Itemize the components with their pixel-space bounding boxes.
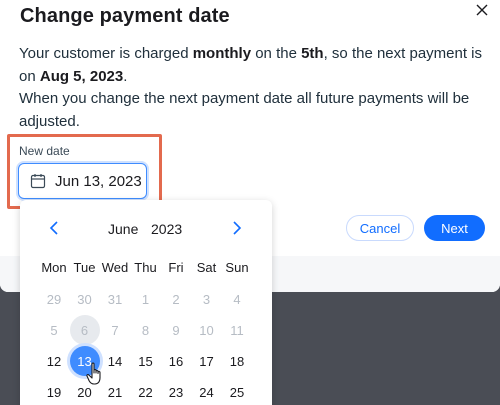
calendar-day: 2 [172, 291, 180, 307]
calendar-day: 30 [77, 291, 92, 307]
date-picker-calendar: June 2023 Mon Tue Wed Thu Fri Sat Sun 29 30 31 1 2 3… [20, 200, 272, 405]
calendar-day: 31 [107, 291, 123, 307]
calendar-day: 1 [141, 291, 150, 307]
calendar-day[interactable]: 19 [39, 377, 69, 405]
calendar-day[interactable]: 22 [131, 377, 161, 405]
calendar-day: 8 [141, 322, 150, 338]
hand-cursor-icon [86, 362, 101, 385]
calendar-day[interactable]: 25 [222, 377, 252, 405]
description-paragraph-2: When you change the next payment date al… [19, 90, 470, 130]
calendar-month[interactable]: June [108, 221, 138, 237]
weekday-header: Tue [73, 259, 96, 275]
chevron-right-icon[interactable] [230, 220, 244, 236]
calendar-day[interactable]: 23 [161, 377, 191, 405]
weekday-header: Sat [196, 259, 217, 275]
calendar-day[interactable]: 12 [39, 346, 69, 376]
calendar-day: 3 [202, 291, 211, 307]
modal-title: Change payment date [20, 5, 230, 27]
cancel-button[interactable]: Cancel [346, 215, 414, 241]
calendar-day: 5 [50, 322, 58, 338]
calendar-day: 29 [46, 291, 62, 307]
calendar-day: 9 [172, 322, 180, 338]
calendar-day[interactable]: 17 [192, 346, 222, 376]
calendar-day[interactable]: 15 [131, 346, 161, 376]
calendar-icon [30, 174, 46, 189]
calendar-day[interactable]: 24 [192, 377, 222, 405]
description-paragraph-1: Your customer is charged monthly on the … [19, 45, 483, 85]
new-date-input[interactable]: Jun 13, 2023 [18, 163, 147, 199]
calendar-day[interactable]: 16 [161, 346, 191, 376]
weekday-header: Fri [168, 259, 184, 275]
weekday-header: Sun [225, 259, 249, 275]
calendar-day: 11 [230, 322, 244, 338]
calendar-day: 10 [199, 322, 214, 338]
chevron-left-icon[interactable] [47, 220, 61, 236]
calendar-day: 7 [111, 322, 119, 338]
weekday-header: Mon [41, 259, 67, 275]
close-icon[interactable] [474, 2, 490, 18]
modal-description: Your customer is charged monthly on the … [19, 43, 489, 133]
date-value: Jun 13, 2023 [55, 172, 142, 190]
new-date-label: New date [19, 144, 70, 158]
weekday-header: Thu [134, 259, 157, 275]
weekday-header: Wed [101, 259, 129, 275]
next-button[interactable]: Next [424, 215, 485, 241]
calendar-day: 6 [69, 315, 100, 345]
calendar-day: 4 [233, 291, 241, 307]
calendar-year[interactable]: 2023 [151, 221, 182, 237]
calendar-day[interactable]: 18 [222, 346, 252, 376]
